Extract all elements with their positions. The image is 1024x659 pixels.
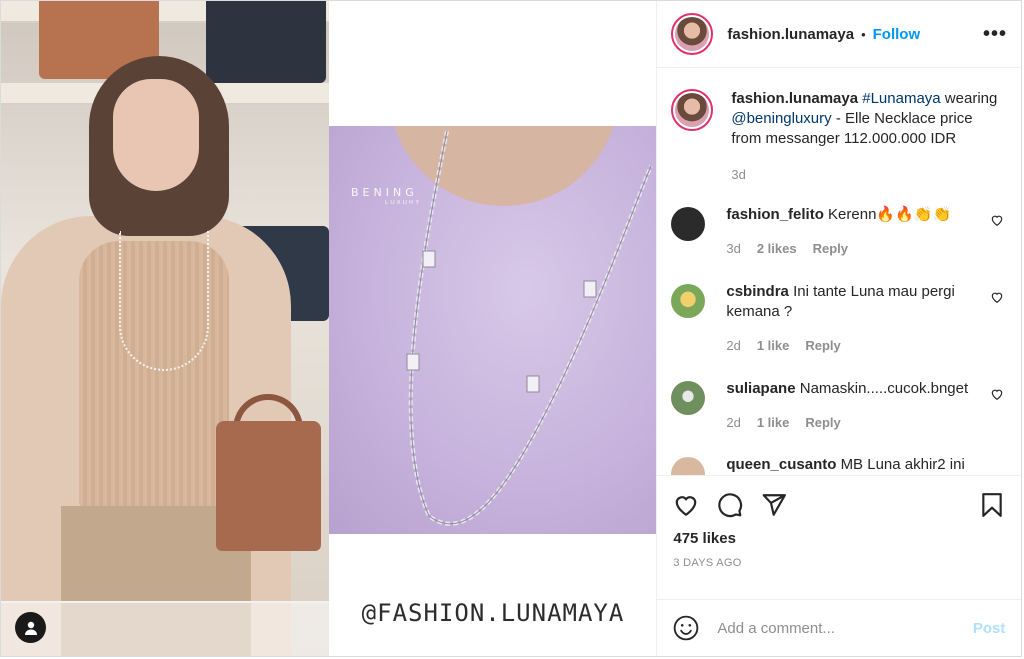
caption-body: fashion.lunamaya #Lunamaya wearing @beni…	[731, 89, 1006, 185]
author-avatar[interactable]	[671, 13, 714, 55]
photo-necklace-closeup: BENING LUXURY @FASHION.LUNAMAYA	[329, 1, 657, 656]
comment-body: csbindra Ini tante Luna mau pergi kemana…	[726, 282, 976, 356]
share-icon[interactable]	[761, 492, 787, 518]
comment-item: suliapane Namaskin.....cucok.bnget 2d 1 …	[657, 379, 1021, 433]
author-username[interactable]: fashion.lunamaya	[727, 26, 854, 43]
comment-likes[interactable]: 1 like	[757, 336, 790, 356]
comment-username[interactable]: queen_cusanto	[726, 456, 836, 473]
likes-count[interactable]: 475 likes	[673, 530, 1005, 547]
comment-composer: Post	[657, 599, 1022, 656]
comment-body: queen_cusanto MB Luna akhir2 ini	[726, 455, 976, 475]
brand-watermark: BENING	[351, 186, 418, 199]
comment-item: fashion_felito Kerenn🔥🔥👏👏 3d 2 likes Rep…	[657, 205, 1021, 259]
comment-time: 3d	[726, 241, 741, 256]
comment-text: Kerenn🔥🔥👏👏	[828, 206, 952, 223]
comment-username[interactable]: suliapane	[726, 380, 795, 397]
author-avatar[interactable]	[671, 89, 714, 131]
comment-item: queen_cusanto MB Luna akhir2 ini	[657, 455, 1021, 475]
comment-text: MB Luna akhir2 ini	[840, 456, 965, 473]
commenter-avatar[interactable]	[671, 457, 706, 475]
user-icon	[24, 621, 37, 635]
caption-time: 3d	[731, 167, 746, 182]
brand-watermark-sub: LUXURY	[385, 200, 422, 206]
reply-button[interactable]: Reply	[813, 239, 848, 259]
caption: fashion.lunamaya #Lunamaya wearing @beni…	[657, 69, 1021, 185]
caption-hashtag[interactable]: #Lunamaya	[862, 90, 940, 107]
glass-counter	[1, 601, 329, 656]
closeup-image: BENING LUXURY	[329, 126, 657, 534]
comments-list[interactable]: fashion.lunamaya #Lunamaya wearing @beni…	[657, 69, 1021, 475]
comment-item: csbindra Ini tante Luna mau pergi kemana…	[657, 282, 1021, 356]
comment-meta: 2d 1 like Reply	[726, 413, 976, 433]
caption-mention[interactable]: @beningluxury	[731, 110, 831, 127]
comment-icon[interactable]	[717, 492, 743, 518]
post-sidebar: fashion.lunamaya • Follow ••• fashion.lu…	[656, 1, 1022, 656]
like-icon[interactable]	[673, 492, 699, 518]
post-actions: 475 likes 3 DAYS AGO	[657, 475, 1022, 569]
action-icons	[673, 476, 1005, 534]
comment-time: 2d	[726, 415, 741, 430]
post-comment-button[interactable]: Post	[973, 620, 1006, 637]
shelf-bag	[206, 1, 326, 83]
comment-meta: 2d 1 like Reply	[726, 336, 976, 356]
account-watermark: @FASHION.LUNAMAYA	[361, 599, 625, 627]
commenter-avatar[interactable]	[671, 284, 706, 318]
reply-button[interactable]: Reply	[805, 413, 840, 433]
like-comment-icon[interactable]	[990, 213, 1004, 227]
comment-meta: 3d 2 likes Reply	[726, 239, 976, 259]
reply-button[interactable]: Reply	[805, 336, 840, 356]
post-header: fashion.lunamaya • Follow •••	[657, 1, 1021, 68]
comment-likes[interactable]: 2 likes	[757, 239, 797, 259]
comment-body: suliapane Namaskin.....cucok.bnget 2d 1 …	[726, 379, 976, 433]
caption-username[interactable]: fashion.lunamaya	[731, 90, 858, 107]
comment-username[interactable]: fashion_felito	[726, 206, 824, 223]
separator-dot: •	[861, 26, 866, 42]
post-media[interactable]: BENING LUXURY @FASHION.LUNAMAYA	[1, 1, 657, 656]
commenter-avatar[interactable]	[671, 207, 706, 241]
comment-likes[interactable]: 1 like	[757, 413, 790, 433]
handbag	[216, 421, 321, 551]
comment-text: Namaskin.....cucok.bnget	[799, 380, 969, 397]
comment-input[interactable]	[717, 619, 958, 637]
photo-model	[1, 1, 329, 656]
commenter-avatar[interactable]	[671, 381, 706, 415]
caption-text: wearing	[940, 90, 998, 107]
comment-time: 2d	[726, 338, 741, 353]
necklace	[119, 231, 209, 371]
like-comment-icon[interactable]	[990, 387, 1004, 401]
post-card: BENING LUXURY @FASHION.LUNAMAYA fashion.…	[0, 0, 1022, 657]
tagged-users-button[interactable]	[15, 612, 46, 643]
emoji-icon[interactable]	[673, 615, 699, 641]
follow-button[interactable]: Follow	[873, 26, 921, 43]
face	[113, 79, 199, 191]
more-options-icon[interactable]: •••	[983, 23, 1007, 46]
post-date[interactable]: 3 DAYS AGO	[673, 557, 1005, 569]
bookmark-icon[interactable]	[979, 492, 1005, 518]
like-comment-icon[interactable]	[990, 290, 1004, 304]
comment-body: fashion_felito Kerenn🔥🔥👏👏 3d 2 likes Rep…	[726, 205, 976, 259]
comment-username[interactable]: csbindra	[726, 283, 789, 300]
